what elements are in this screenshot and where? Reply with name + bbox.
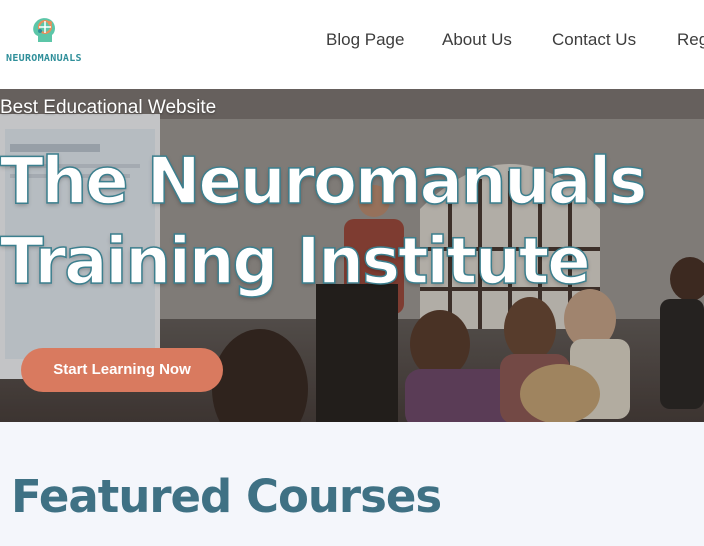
logo-wordmark: NEUROMANUALS xyxy=(6,53,82,64)
featured-courses-heading: Featured Courses xyxy=(11,470,442,523)
nav-contact-us[interactable]: Contact Us xyxy=(552,30,636,50)
main-navigation: Blog Page About Us Contact Us Reg xyxy=(0,30,704,54)
start-learning-button[interactable]: Start Learning Now xyxy=(21,348,223,392)
featured-courses-section: Featured Courses xyxy=(0,422,704,546)
hero-banner: Best Educational Website The Neuromanual… xyxy=(0,89,704,422)
nav-blog-page[interactable]: Blog Page xyxy=(326,30,404,50)
site-header: NEUROMANUALS Blog Page About Us Contact … xyxy=(0,0,704,89)
nav-register[interactable]: Reg xyxy=(677,30,704,50)
nav-about-us[interactable]: About Us xyxy=(442,30,512,50)
hero-tagline: Best Educational Website xyxy=(0,97,217,118)
hero-title-line-1: The Neuromanuals xyxy=(0,145,648,219)
hero-title-line-2: Training Institute xyxy=(0,225,591,299)
